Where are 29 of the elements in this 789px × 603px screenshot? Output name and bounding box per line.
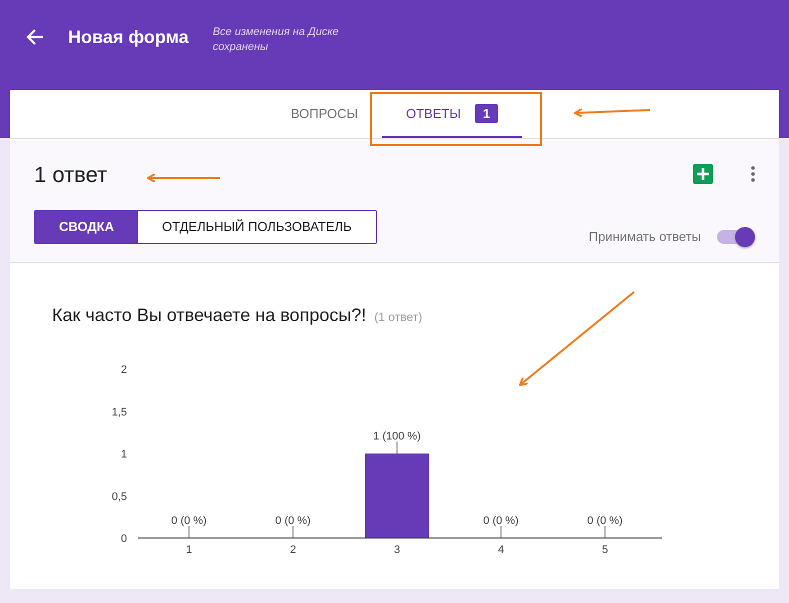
value-label: 0 (0 %)	[171, 515, 207, 527]
x-tick-label: 2	[290, 544, 296, 556]
accept-switch[interactable]	[717, 230, 753, 244]
back-arrow-icon[interactable]	[26, 28, 44, 46]
answer-count: (1 ответ)	[374, 310, 422, 324]
accept-label: Принимать ответы	[588, 229, 701, 244]
x-tick-label: 1	[186, 544, 192, 556]
x-tick-label: 4	[498, 544, 504, 556]
y-tick-label: 1	[120, 448, 127, 460]
spreadsheet-icon[interactable]	[693, 164, 713, 184]
y-tick-label: 0,5	[112, 490, 127, 503]
x-tick-label: 5	[602, 544, 608, 556]
tab[interactable]: ВОПРОСЫ	[266, 90, 382, 138]
value-label: 1 (100 %)	[373, 430, 421, 442]
y-tick-label: 1,5	[112, 406, 127, 418]
question-title: Как часто Вы отвечаете на вопросы?!	[52, 305, 366, 326]
y-tick-label: 2	[120, 364, 127, 376]
value-label: 0 (0 %)	[483, 515, 519, 527]
response-count: 1 ответ	[34, 161, 108, 188]
view-toggle[interactable]: СВОДКА	[35, 210, 138, 242]
view-toggle[interactable]: ОТДЕЛЬНЫЙ ПОЛЬЗОВАТЕЛЬ	[138, 210, 376, 242]
x-tick-label: 3	[394, 544, 400, 556]
value-label: 0 (0 %)	[587, 515, 623, 527]
y-tick-label: 0	[120, 533, 127, 545]
save-status: Все изменения на Диске сохранены	[212, 25, 340, 55]
value-label: 0 (0 %)	[275, 515, 311, 527]
more-icon[interactable]	[751, 166, 755, 182]
count-badge: 1	[474, 104, 498, 122]
form-title: Новая форма	[68, 27, 189, 48]
